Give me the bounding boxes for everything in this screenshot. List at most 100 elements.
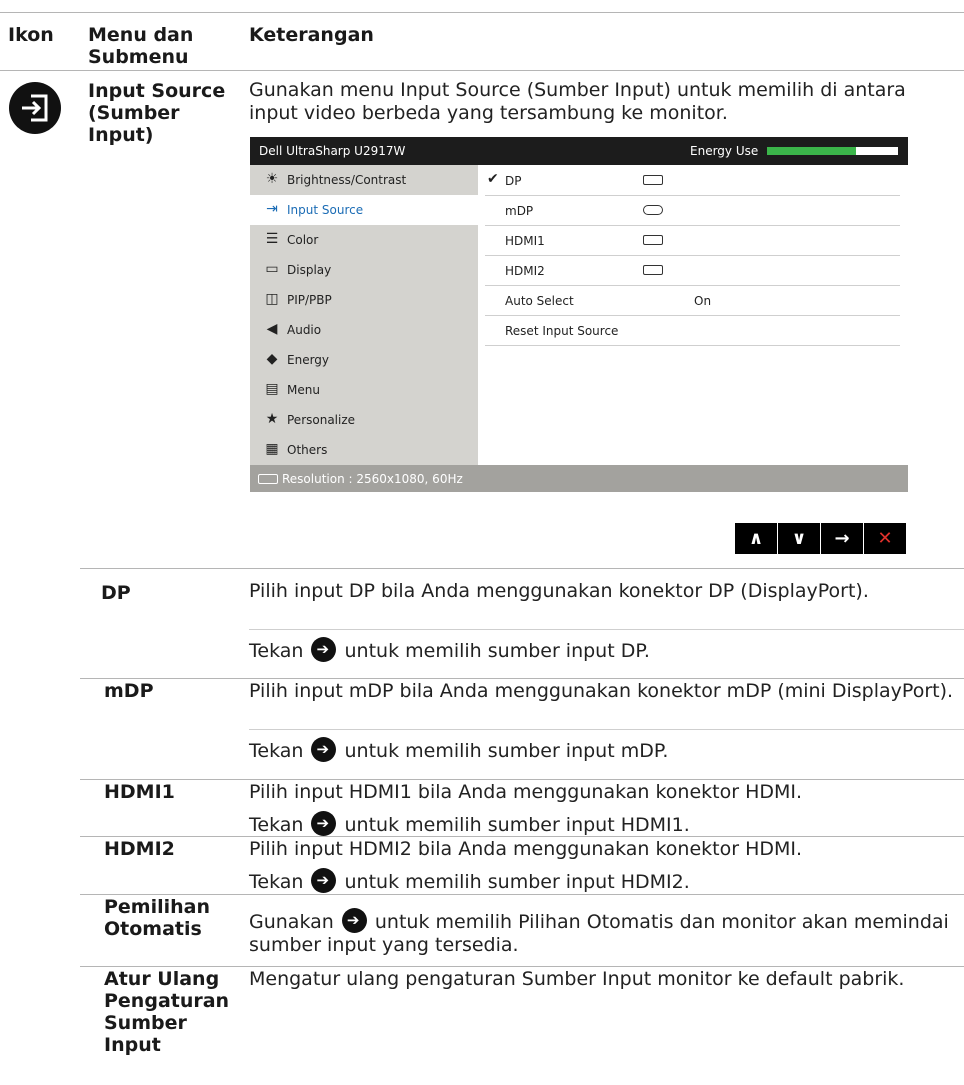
- speaker-icon: ◀: [266, 321, 278, 337]
- osd-nav-buttons: ∧ ∨ → ✕: [735, 523, 907, 554]
- mdp-port-icon: [643, 205, 663, 215]
- input-source-description: Gunakan menu Input Source (Sumber Input)…: [249, 79, 906, 124]
- osd-title: Dell UltraSharp U2917W: [259, 144, 406, 158]
- osd-menu-item-label: Others: [287, 443, 328, 457]
- row-description: Pilih input HDMI2 bila Anda menggunakan …: [249, 838, 803, 860]
- right-arrow-button-icon: [341, 908, 367, 933]
- color-icon: ☰: [265, 231, 279, 247]
- pip-icon: ◫: [265, 291, 279, 307]
- osd-menu-item[interactable]: ⇥ Input Source: [250, 195, 478, 225]
- osd-menu-item[interactable]: ☀ Brightness/Contrast: [250, 165, 478, 195]
- row-rule: [80, 836, 964, 837]
- energy-use-meter: [767, 147, 898, 155]
- osd-menu-item-label: Color: [287, 233, 319, 247]
- row-description: Pilih input DP bila Anda menggunakan kon…: [249, 580, 869, 602]
- up-icon: ∧: [748, 528, 764, 549]
- checkmark-icon: ✔: [487, 171, 499, 187]
- osd-submenu-label: mDP: [505, 204, 534, 218]
- osd-menu-item-label: PIP/PBP: [287, 293, 332, 307]
- rule: [80, 568, 964, 569]
- right-arrow-button-icon: [311, 811, 337, 836]
- leaf-icon: ◆: [266, 351, 278, 367]
- header-rule: [0, 70, 964, 71]
- exit-icon: ✕: [877, 528, 893, 549]
- row-name: DP: [101, 582, 131, 604]
- osd-submenu-row[interactable]: mDP: [485, 195, 900, 226]
- connector-icon: [258, 474, 278, 484]
- osd-submenu: ✔ DP mDP HDMI1 HDMI2 Auto Select On Reset Input…: [478, 165, 908, 465]
- osd-submenu-label: HDMI2: [505, 264, 545, 278]
- energy-use-label: Energy Use: [690, 144, 759, 158]
- osd-menu-item[interactable]: ◀ Audio: [250, 315, 478, 345]
- row-press-instruction: Tekan untuk memilih sumber input mDP.: [249, 737, 959, 763]
- right-icon: →: [834, 528, 850, 549]
- osd-menu-item-label: Energy: [287, 353, 330, 367]
- press-action: untuk memilih sumber input DP.: [338, 640, 650, 662]
- input-source-icon: ⇥: [266, 201, 278, 217]
- press-label: Tekan: [249, 740, 310, 762]
- press-action: untuk memilih sumber input HDMI2.: [338, 871, 690, 893]
- inner-rule: [249, 629, 964, 630]
- osd-submenu-value: On: [694, 294, 712, 308]
- row-rule: [80, 678, 964, 679]
- sun-icon: ☀: [265, 171, 279, 187]
- osd-menu-item-label: Display: [287, 263, 332, 277]
- star-icon: ★: [265, 411, 279, 427]
- desc-lead: Gunakan: [249, 911, 340, 933]
- osd-status-bar: Resolution : 2560x1080, 60Hz: [250, 465, 908, 492]
- right-arrow-button-icon: [311, 737, 337, 762]
- row-description: Gunakan untuk memilih Pilihan Otomatis d…: [249, 908, 959, 957]
- osd-submenu-label: DP: [505, 174, 522, 188]
- up-button[interactable]: ∧: [735, 523, 777, 554]
- menu-icon: ▤: [265, 381, 279, 397]
- row-name: HDMI2: [104, 838, 175, 860]
- osd-submenu-label: HDMI1: [505, 234, 545, 248]
- row-press-instruction: Tekan untuk memilih sumber input HDMI1.: [249, 811, 959, 837]
- energy-use-fill: [767, 147, 857, 155]
- hdmi-port-icon: [643, 265, 663, 275]
- osd-submenu-row[interactable]: HDMI1: [485, 225, 900, 256]
- header-desc-col: Keterangan: [249, 24, 374, 46]
- osd-menu-item[interactable]: ◫ PIP/PBP: [250, 285, 478, 315]
- row-name: HDMI1: [104, 781, 175, 803]
- osd-title-bar: Dell UltraSharp U2917W Energy Use: [250, 137, 908, 165]
- osd-menu-item[interactable]: ▤ Menu: [250, 375, 478, 405]
- osd-submenu-label: Auto Select: [505, 294, 574, 308]
- grid-icon: ▦: [265, 441, 279, 457]
- right-button[interactable]: →: [821, 523, 863, 554]
- row-description: Pilih input mDP bila Anda menggunakan ko…: [249, 680, 954, 702]
- resolution-status: Resolution : 2560x1080, 60Hz: [282, 472, 463, 486]
- row-press-instruction: Tekan untuk memilih sumber input HDMI2.: [249, 868, 959, 894]
- exit-button[interactable]: ✕: [864, 523, 906, 554]
- osd-menu-item[interactable]: ▭ Display: [250, 255, 478, 285]
- osd-submenu-row[interactable]: HDMI2: [485, 255, 900, 286]
- osd-submenu-row[interactable]: Auto Select On: [485, 285, 900, 316]
- osd-menu-item[interactable]: ◆ Energy: [250, 345, 478, 375]
- right-arrow-button-icon: [311, 637, 337, 662]
- osd-submenu-row[interactable]: Reset Input Source: [485, 315, 900, 346]
- down-icon: ∨: [791, 528, 807, 549]
- osd-submenu-row[interactable]: ✔ DP: [485, 165, 900, 196]
- osd-menu-item[interactable]: ☰ Color: [250, 225, 478, 255]
- top-rule: [0, 12, 964, 13]
- dp-port-icon: [643, 175, 663, 185]
- osd-submenu-label: Reset Input Source: [505, 324, 619, 338]
- hdmi-port-icon: [643, 235, 663, 245]
- press-label: Tekan: [249, 814, 310, 836]
- press-label: Tekan: [249, 640, 310, 662]
- inner-rule: [249, 729, 964, 730]
- right-arrow-button-icon: [311, 868, 337, 893]
- osd-menu-screenshot: Dell UltraSharp U2917W Energy Use ☀ Brigh…: [250, 137, 908, 492]
- osd-menu-item[interactable]: ▦ Others: [250, 435, 478, 465]
- osd-menu-item-label: Personalize: [287, 413, 356, 427]
- osd-menu-item[interactable]: ★ Personalize: [250, 405, 478, 435]
- header-menu-col: Menu dan Submenu: [88, 24, 194, 68]
- header-icon-col: Ikon: [8, 24, 54, 46]
- osd-menu-item-label: Brightness/Contrast: [287, 173, 407, 187]
- input-source-label: Input Source (Sumber Input): [88, 80, 226, 146]
- osd-menu-item-label: Audio: [287, 323, 322, 337]
- osd-main-menu: ☀ Brightness/Contrast ⇥ Input Source ☰ Color ▭…: [250, 165, 478, 465]
- osd-menu-item-label: Input Source: [287, 203, 364, 217]
- down-button[interactable]: ∨: [778, 523, 820, 554]
- row-name: mDP: [104, 680, 154, 702]
